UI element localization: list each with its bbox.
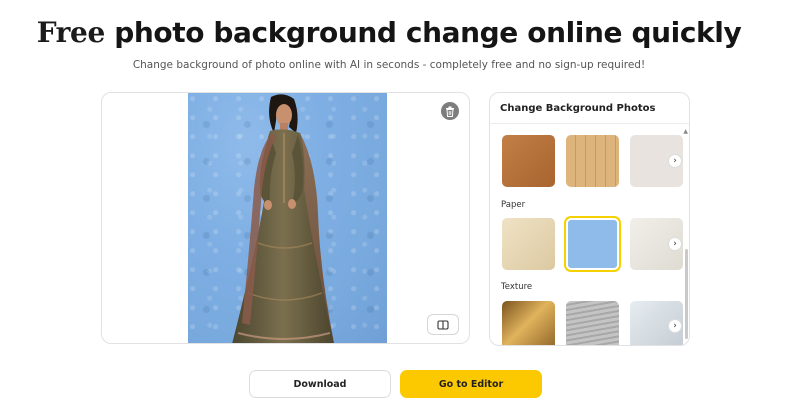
thumb-texture-gold[interactable]: [502, 301, 555, 345]
divider: [490, 123, 689, 124]
go-to-editor-button[interactable]: Go to Editor: [400, 370, 542, 398]
download-button[interactable]: Download: [249, 370, 391, 398]
preview-card: [101, 92, 470, 344]
chevron-right-icon: ›: [673, 155, 677, 166]
delete-button[interactable]: [441, 102, 459, 120]
title-text: photo background change online quickly: [104, 16, 742, 49]
preview-photo: [188, 93, 387, 343]
person-figure: [232, 94, 334, 343]
thumb-paper-blue[interactable]: [564, 216, 621, 272]
page-title: Free photo background change online quic…: [0, 16, 778, 49]
thumb-texture-silver[interactable]: [566, 301, 619, 345]
compare-button[interactable]: [427, 314, 459, 335]
thumb-wood-light[interactable]: [566, 135, 619, 187]
panel-title: Change Background Photos: [500, 103, 656, 114]
compare-split-icon: [437, 319, 449, 330]
thumb-paper-cream[interactable]: [502, 218, 555, 270]
trash-icon: [446, 106, 454, 117]
row3-next-button[interactable]: ›: [668, 319, 682, 333]
row2-next-button[interactable]: ›: [668, 237, 682, 251]
page-subtitle: Change background of photo online with A…: [132, 59, 646, 71]
section-label-texture: Texture: [501, 282, 533, 292]
section-label-paper: Paper: [501, 200, 526, 210]
thumb-wood-dark[interactable]: [502, 135, 555, 187]
scrollbar[interactable]: [685, 249, 688, 339]
background-panel: Change Background Photos › Paper › Textu…: [489, 92, 690, 346]
row1-next-button[interactable]: ›: [668, 154, 682, 168]
scroll-up-icon[interactable]: ▲: [683, 128, 688, 135]
title-highlight: Free: [36, 16, 106, 49]
chevron-right-icon: ›: [673, 320, 677, 331]
chevron-right-icon: ›: [673, 238, 677, 249]
